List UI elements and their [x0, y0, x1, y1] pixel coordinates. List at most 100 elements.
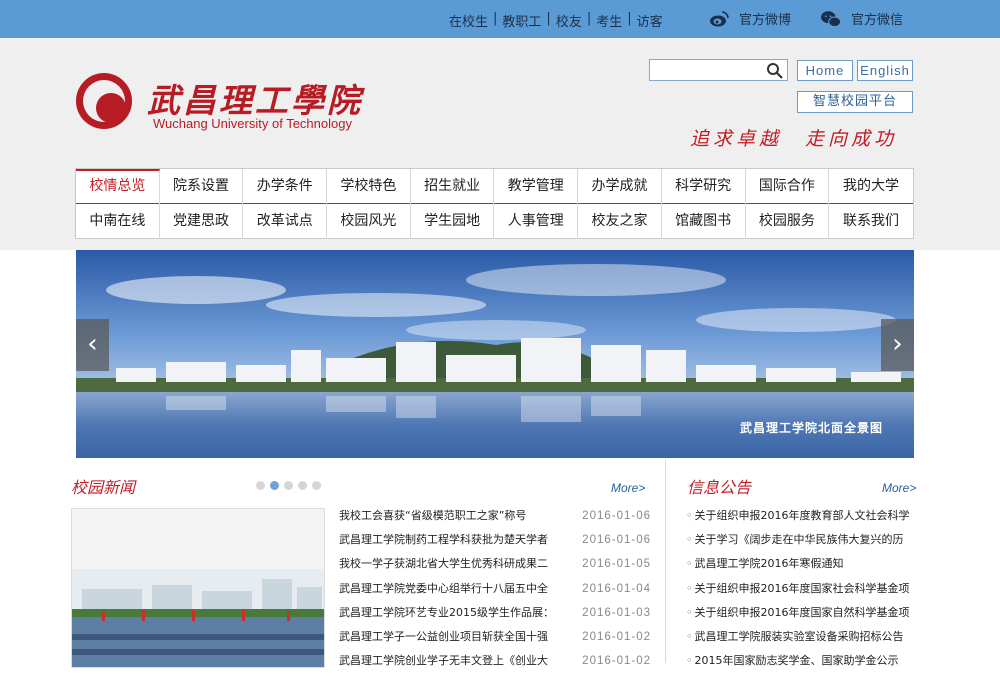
news-slider-dots: [256, 481, 326, 490]
notice-item[interactable]: ◦ 武昌理工学院2016年寒假通知: [686, 555, 918, 579]
separator: |: [627, 11, 632, 26]
news-item[interactable]: 我校工会喜获“省级模范职工之家”称号 2016-01-06: [339, 507, 651, 531]
search-input[interactable]: [652, 62, 762, 78]
nav-item[interactable]: 学生园地: [411, 204, 495, 239]
nav-item[interactable]: 院系设置: [160, 169, 244, 204]
nav-item[interactable]: 办学成就: [578, 169, 662, 204]
notice-item[interactable]: ◦ 关于组织申报2016年度教育部人文社会科学: [686, 507, 918, 531]
nav-item[interactable]: 馆藏图书: [662, 204, 746, 239]
notice-title: 关于学习《阔步走在中华民族伟大复兴的历: [694, 533, 904, 547]
smart-campus-button[interactable]: 智慧校园平台: [797, 91, 913, 113]
separator: |: [493, 11, 498, 26]
banner-prev-button[interactable]: ‹: [76, 319, 109, 371]
nav-item[interactable]: 我的大学: [829, 169, 913, 204]
notice-title: 关于组织申报2016年度国家自然科学基金项: [694, 605, 910, 619]
news-item[interactable]: 武昌理工学院制药工程学科获批为楚天学者 2016-01-06: [339, 531, 651, 555]
nav-item[interactable]: 校情总览: [76, 169, 160, 204]
notice-title: 关于组织申报2016年度国家社会科学基金项: [694, 581, 910, 595]
nav-item[interactable]: 招生就业: [411, 169, 495, 204]
nav-item[interactable]: 国际合作: [746, 169, 830, 204]
english-button[interactable]: English: [857, 60, 913, 81]
notice-item[interactable]: ◦ 2015年国家励志奖学金、国家助学金公示: [686, 652, 918, 676]
news-date: 2016-01-04: [582, 582, 651, 595]
slider-dot[interactable]: [312, 481, 321, 490]
nav-item[interactable]: 科学研究: [662, 169, 746, 204]
wechat-icon: [821, 10, 841, 27]
bullet-icon: ◦: [686, 557, 693, 571]
nav-item[interactable]: 改革试点: [243, 204, 328, 239]
university-name-en: Wuchang University of Technology: [153, 116, 352, 131]
news-item[interactable]: 武昌理工学院党委中心组举行十八届五中全 2016-01-04: [339, 580, 651, 604]
nav-item[interactable]: 人事管理: [494, 204, 579, 239]
news-item[interactable]: 我校一学子获湖北省大学生优秀科研成果二 2016-01-05: [339, 555, 651, 579]
nav-item[interactable]: 校友之家: [578, 204, 662, 239]
news-title: 武昌理工学院制药工程学科获批为楚天学者: [339, 533, 548, 547]
weibo-link[interactable]: 官方微博: [709, 9, 791, 28]
separator: |: [586, 11, 592, 26]
home-button[interactable]: Home: [797, 60, 853, 81]
main-nav: 校情总览 院系设置 办学条件 学校特色 招生就业 教学管理 办学成就 科学研究 …: [75, 168, 914, 239]
link-applicants[interactable]: 考生: [596, 11, 622, 30]
news-item[interactable]: 武昌理工学院创业学子无丰文登上《创业大 2016-01-02: [339, 652, 651, 676]
news-item[interactable]: 武昌理工学子一公益创业项目斩获全国十强 2016-01-02: [339, 628, 651, 652]
university-name-cn: 武昌理工學院: [147, 81, 363, 120]
news-thumbnail-image[interactable]: [71, 508, 325, 668]
news-date: 2016-01-03: [582, 606, 651, 619]
news-date: 2016-01-02: [582, 630, 651, 643]
slider-dot[interactable]: [256, 481, 265, 490]
slider-dot[interactable]: [284, 481, 293, 490]
notice-item[interactable]: ◦ 关于学习《阔步走在中华民族伟大复兴的历: [686, 531, 918, 555]
notice-list: ◦ 关于组织申报2016年度教育部人文社会科学 ◦ 关于学习《阔步走在中华民族伟大复…: [686, 507, 918, 676]
nav-item[interactable]: 办学条件: [243, 169, 328, 204]
news-title: 我校工会喜获“省级模范职工之家”称号: [339, 509, 527, 522]
nav-item[interactable]: 校园服务: [746, 204, 830, 239]
slogan: 追求卓越 走向成功: [690, 128, 898, 150]
nav-item[interactable]: 党建思政: [160, 204, 244, 239]
audience-links: 在校生 | 教职工 | 校友 | 考生 | 访客: [449, 11, 663, 30]
news-item[interactable]: 武昌理工学院环艺专业2015级学生作品展： 2016-01-03: [339, 604, 651, 628]
banner-caption: 武昌理工学院北面全景图: [740, 421, 884, 435]
news-date: 2016-01-02: [582, 655, 651, 668]
nav-item[interactable]: 学校特色: [327, 169, 411, 204]
link-staff[interactable]: 教职工: [502, 11, 541, 30]
news-title: 武昌理工学子一公益创业项目斩获全国十强: [339, 629, 548, 643]
notice-item[interactable]: ◦ 关于组织申报2016年度国家社会科学基金项: [686, 580, 918, 604]
weibo-icon: [710, 10, 729, 26]
news-title: 武昌理工学院党委中心组举行十八届五中全: [339, 581, 548, 595]
link-visitors[interactable]: 访客: [637, 11, 663, 30]
nav-item[interactable]: 中南在线: [76, 204, 160, 239]
bullet-icon: ◦: [686, 581, 693, 595]
news-more-link[interactable]: More>: [611, 481, 645, 495]
link-current-students[interactable]: 在校生: [449, 11, 488, 30]
notice-title: 2015年国家励志奖学金、国家助学金公示: [694, 654, 899, 668]
nav-row-1: 校情总览 院系设置 办学条件 学校特色 招生就业 教学管理 办学成就 科学研究 …: [76, 169, 913, 204]
separator: |: [546, 11, 551, 26]
notice-more-link[interactable]: More>: [882, 481, 916, 495]
news-title: 武昌理工学院环艺专业2015级学生作品展：: [339, 605, 554, 619]
news-date: 2016-01-06: [582, 534, 651, 547]
wechat-label: 官方微信: [851, 13, 904, 28]
news-section-title: 校园新闻: [71, 478, 136, 497]
nav-item[interactable]: 教学管理: [494, 169, 579, 204]
university-seal-logo[interactable]: [76, 73, 132, 129]
notice-item[interactable]: ◦ 武昌理工学院服装实验室设备采购招标公告: [686, 628, 918, 652]
ceremony-photo: [72, 509, 324, 667]
bullet-icon: ◦: [686, 629, 693, 643]
notice-section-title: 信息公告: [687, 478, 752, 497]
bullet-icon: ◦: [686, 605, 693, 619]
nav-item[interactable]: 联系我们: [829, 204, 913, 239]
wechat-link[interactable]: 官方微信: [821, 9, 903, 28]
news-date: 2016-01-06: [582, 510, 651, 522]
slider-dot[interactable]: [298, 481, 307, 490]
link-alumni[interactable]: 校友: [556, 11, 582, 30]
notice-item[interactable]: ◦ 关于组织申报2016年度国家自然科学基金项: [686, 604, 918, 628]
section-divider: [665, 460, 666, 663]
notice-title: 关于组织申报2016年度教育部人文社会科学: [694, 509, 910, 522]
search-icon[interactable]: [766, 62, 784, 80]
slider-dot-active[interactable]: [270, 481, 279, 490]
search-box: [649, 59, 788, 81]
banner-next-button[interactable]: ›: [881, 319, 914, 371]
news-date: 2016-01-05: [582, 558, 651, 571]
news-title: 武昌理工学院创业学子无丰文登上《创业大: [339, 654, 548, 668]
nav-item[interactable]: 校园风光: [327, 204, 411, 239]
